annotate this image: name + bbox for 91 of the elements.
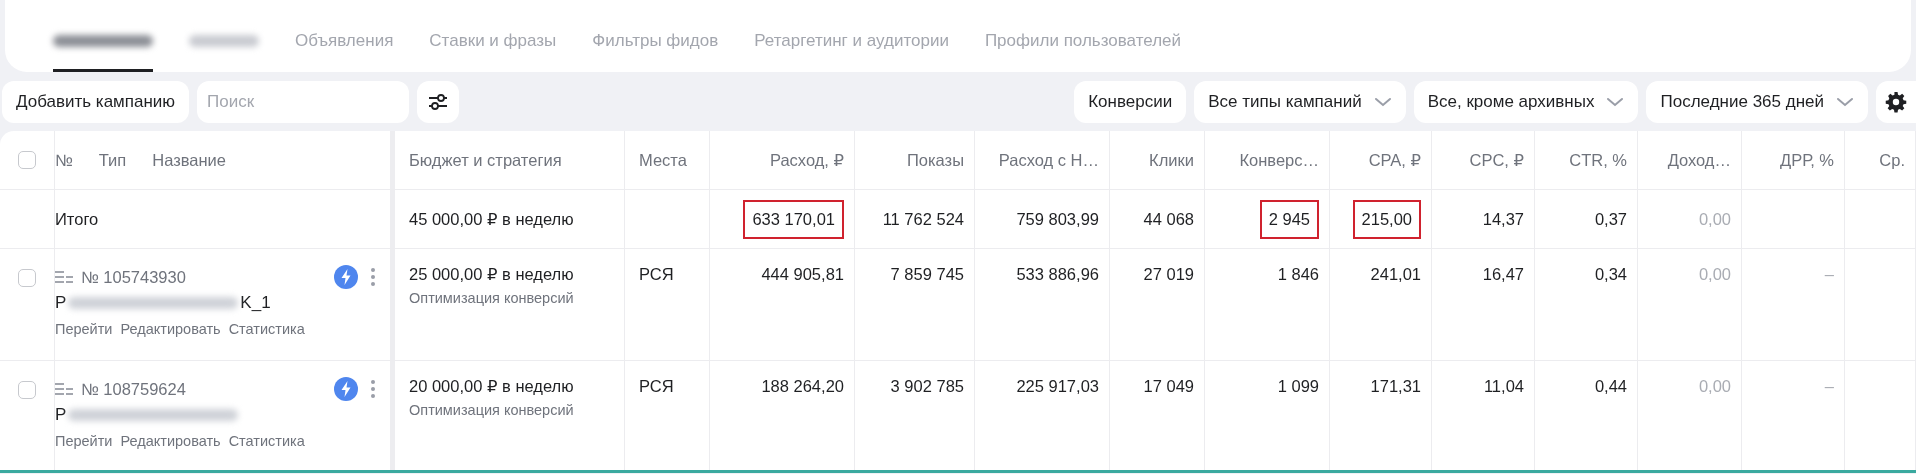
action-link[interactable]: Статистика [228, 321, 305, 337]
settings-icon [1885, 91, 1907, 113]
lightning-icon [334, 265, 358, 289]
table-cell: 0,34 [1594, 265, 1627, 284]
table-cell: 16,47 [1482, 265, 1524, 284]
tab[interactable]: Фильтры фидов [592, 31, 719, 72]
chevron-icon [1606, 96, 1625, 108]
table-cell: – [1824, 377, 1834, 396]
campaign-name: P [55, 405, 67, 425]
column-header[interactable]: CTR, % [1569, 150, 1627, 170]
total-label: Итого [55, 209, 99, 229]
table-cell: 0,37 [1594, 209, 1627, 229]
table-cell: 17 049 [1143, 377, 1194, 396]
action-link[interactable]: Редактировать [120, 433, 221, 449]
redacted-text [189, 35, 259, 47]
table-cell: 633 170,01 [743, 199, 844, 239]
table-cell: 1 099 [1277, 377, 1319, 396]
filter-button[interactable]: Конверсии [1074, 81, 1187, 123]
table-cell: 1 846 [1277, 265, 1319, 284]
filter-button[interactable] [417, 81, 460, 123]
table-cell: 225 917,03 [1016, 377, 1099, 396]
column-header[interactable]: Клики [1149, 150, 1194, 170]
table-cell: РСЯ [639, 377, 674, 396]
chevron-icon [1836, 96, 1854, 108]
table-cell: 533 886,96 [1016, 265, 1099, 284]
dropdown[interactable]: Все типы кампаний [1194, 81, 1406, 123]
table-cell: 215,00 [1352, 199, 1421, 239]
table-cell: РСЯ [639, 265, 674, 284]
column-header[interactable]: Конверс… [1239, 150, 1319, 170]
checkbox[interactable] [18, 151, 36, 169]
dropdown[interactable]: Последние 365 дней [1646, 81, 1868, 123]
table-cell: 27 019 [1143, 265, 1194, 284]
column-header[interactable]: Название [152, 150, 226, 170]
table-cell: 3 902 785 [890, 377, 964, 396]
text-ad-icon [55, 270, 73, 284]
table-cell: 45 000,00 ₽ в неделю [409, 209, 574, 229]
table-cell: 444 905,81 [761, 265, 844, 284]
campaign-number: № 105743930 [81, 267, 187, 287]
column-header[interactable]: CPA, ₽ [1368, 150, 1421, 170]
column-header[interactable]: Ср. [1879, 150, 1905, 170]
action-link[interactable]: Редактировать [120, 321, 221, 337]
table-cell: 0,44 [1594, 377, 1627, 396]
table-cell: 11,04 [1483, 377, 1524, 396]
table-cell: 759 803,99 [1016, 209, 1099, 229]
column-header[interactable]: Расход с Н… [998, 150, 1099, 170]
chevron-icon [1373, 96, 1392, 108]
sliders-icon [427, 92, 450, 112]
settings-button[interactable] [1876, 81, 1916, 123]
lightning-icon [334, 377, 358, 401]
checkbox[interactable] [18, 269, 36, 287]
campaign-name: P [55, 293, 67, 313]
text-ad-icon [55, 382, 73, 396]
tab[interactable]: Ретаргетинг и аудитории [754, 31, 949, 72]
strategy-text: Оптимизация конверсий [409, 290, 574, 306]
column-header[interactable]: Доход… [1667, 150, 1731, 170]
campaign-number: № 108759624 [81, 379, 187, 399]
tab[interactable]: Ставки и фразы [429, 31, 557, 72]
table-cell: 25 000,00 ₽ в неделю [409, 265, 574, 284]
tab[interactable] [53, 35, 153, 72]
column-header[interactable]: CPC, ₽ [1469, 150, 1524, 170]
table-cell: 11 762 524 [882, 209, 964, 229]
strategy-text: Оптимизация конверсий [409, 402, 574, 418]
tab[interactable]: Объявления [295, 31, 394, 72]
table-cell: 0,00 [1698, 265, 1731, 284]
campaign-name: K_1 [240, 293, 271, 313]
table-cell: 0,00 [1698, 377, 1731, 396]
tab[interactable]: Профили пользователей [984, 31, 1182, 72]
action-link[interactable]: Статистика [228, 433, 305, 449]
column-header[interactable]: ДРР, % [1780, 150, 1834, 170]
column-header[interactable]: Показы [906, 150, 964, 170]
table-cell: 241,01 [1370, 265, 1421, 284]
table-cell: 7 859 745 [890, 265, 964, 284]
add-campaign-button[interactable]: Добавить кампанию [2, 81, 190, 123]
table-cell: 0,00 [1698, 209, 1731, 229]
table-cell: 14,37 [1482, 209, 1524, 229]
action-link[interactable]: Перейти [55, 433, 113, 449]
action-link[interactable]: Перейти [55, 321, 113, 337]
table-cell: 171,31 [1370, 377, 1421, 396]
table-cell: 188 264,20 [761, 377, 844, 396]
column-header[interactable]: № [55, 150, 73, 170]
table-cell: 44 068 [1143, 209, 1194, 229]
dropdown[interactable]: Все, кроме архивных [1413, 81, 1639, 123]
column-header[interactable]: Бюджет и стратегия [409, 150, 562, 170]
search-field[interactable]: Поиск [197, 81, 410, 123]
column-header[interactable]: Тип [98, 150, 127, 170]
table-cell: – [1824, 265, 1834, 284]
column-header[interactable]: Места [639, 150, 687, 170]
table-cell: 2 945 [1259, 199, 1319, 239]
column-header[interactable]: Расход, ₽ [769, 150, 844, 170]
checkbox[interactable] [18, 381, 36, 399]
table-cell: 20 000,00 ₽ в неделю [409, 377, 574, 396]
